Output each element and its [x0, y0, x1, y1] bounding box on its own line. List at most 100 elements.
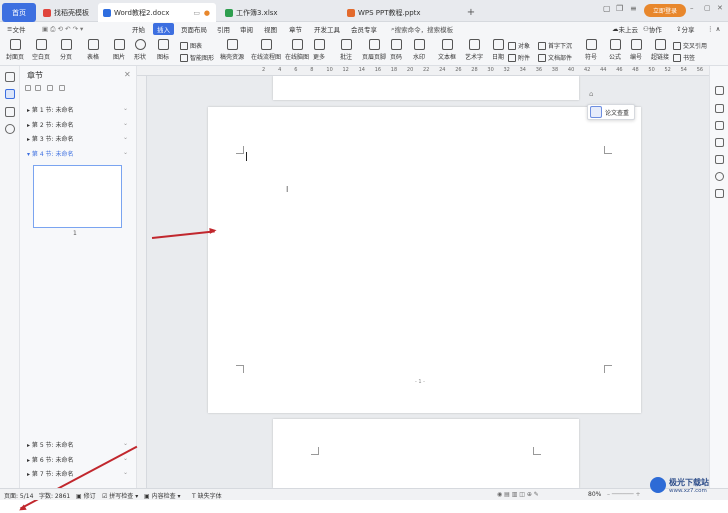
share-button[interactable]: ⇪ 分享 — [672, 23, 698, 35]
layout-icon[interactable]: ▢ — [603, 4, 611, 13]
page-number-button[interactable]: 页码 — [390, 39, 402, 61]
table-button[interactable]: 表格 — [87, 39, 99, 61]
section-item[interactable]: ▸ 第 5 节: 未命名 ⌄ — [27, 440, 128, 449]
menu-member[interactable]: 会员专享 — [347, 23, 381, 35]
symbol-button[interactable]: 符号 — [585, 39, 597, 61]
tab-ppt[interactable]: WPS PPT教程.pptx — [342, 3, 460, 22]
quick-access-icons[interactable]: ▣ ⎙ ⟲ ↶ ↷ ▾ — [38, 23, 87, 35]
tab-template[interactable]: 找稻壳模板 — [38, 3, 96, 22]
paper-check-button[interactable]: 论文查重 — [587, 104, 635, 120]
menu-reference[interactable]: 引用 — [213, 23, 234, 35]
comment-button[interactable]: 批注 — [340, 39, 352, 61]
textbox-button[interactable]: 文本框 — [438, 39, 456, 61]
numbering-button[interactable]: 编号 — [630, 39, 642, 61]
wordart-button[interactable]: 艺术字 — [465, 39, 483, 61]
attachment-button[interactable]: 附件 — [508, 53, 530, 62]
login-button[interactable]: 立即登录 — [644, 4, 686, 17]
bookmark-icon[interactable] — [5, 107, 15, 117]
close-icon[interactable]: ✕ — [124, 70, 131, 79]
adjust-icon[interactable] — [715, 138, 724, 147]
docer-icon — [43, 8, 51, 17]
page-indicator[interactable]: 页面: 5/14 — [4, 491, 33, 500]
menu-view[interactable]: 视图 — [260, 23, 281, 35]
nav-remove-icon[interactable] — [35, 85, 41, 91]
icon-button[interactable]: 图标 — [157, 39, 169, 61]
bookmark-button[interactable]: 书签 — [673, 53, 695, 62]
drop-cap-button[interactable]: 首字下沉 — [538, 41, 572, 50]
chart-button[interactable]: 图表 — [180, 41, 202, 50]
revise-toggle[interactable]: ▣ 修订 — [76, 491, 96, 500]
menu-dev-tools[interactable]: 开发工具 — [310, 23, 344, 35]
section-item-active[interactable]: ▾ 第 4 节: 未命名 ⌄ — [27, 149, 128, 158]
watermark-button[interactable]: 水印 — [413, 39, 425, 61]
page-thumbnail[interactable] — [33, 165, 122, 228]
spell-check-toggle[interactable]: ☑ 拼写检查 ▾ — [102, 491, 138, 500]
search-box[interactable]: ⌕ 搜索命令，搜索模板 — [387, 23, 457, 35]
multiwindow-icon[interactable]: ❐ — [616, 4, 623, 13]
word-count[interactable]: 字数: 2861 — [39, 491, 70, 500]
smart-art-button[interactable]: 智能图形 — [180, 53, 214, 62]
search-icon[interactable] — [5, 124, 15, 134]
menu-insert[interactable]: 插入 — [153, 23, 174, 35]
page-break-button[interactable]: 分页 — [60, 39, 72, 61]
horizontal-ruler: 2 4 6 8 10 12 14 16 18 20 22 24 26 28 30 32 34 36 38 40 42 44… — [137, 66, 719, 76]
flowchart-button[interactable]: 在线流程图 — [251, 39, 281, 61]
more-icon[interactable]: ⋮ ∧ — [703, 23, 724, 35]
image-icon[interactable] — [715, 155, 724, 164]
document-icon[interactable] — [5, 72, 15, 82]
tab-home[interactable]: 首页 — [2, 3, 36, 22]
more-button[interactable]: 更多 — [313, 39, 325, 61]
chapter-nav-icon[interactable] — [5, 89, 15, 99]
content-check-button[interactable]: ▣ 内容检查 ▾ — [144, 491, 181, 500]
tab-excel[interactable]: 工作簿3.xlsx — [220, 3, 338, 22]
clear-format-icon[interactable]: ⌂ — [589, 90, 593, 98]
document-canvas[interactable]: I - 1 - — [147, 76, 710, 488]
file-menu[interactable]: ≡ 文件 — [3, 23, 29, 35]
formula-button[interactable]: 公式 — [609, 39, 621, 61]
current-page[interactable]: I - 1 - — [208, 107, 641, 413]
close-window-icon[interactable]: ✕ — [717, 4, 723, 12]
menu-bars-icon[interactable]: ≡ — [630, 4, 637, 13]
picture-button[interactable]: 图片 — [113, 39, 125, 61]
object-button[interactable]: 对象 — [508, 41, 530, 50]
menu-page-layout[interactable]: 页面布局 — [177, 23, 211, 35]
new-tab-button[interactable]: + — [464, 3, 478, 22]
hyperlink-button[interactable]: 超链接 — [651, 39, 669, 61]
menu-review[interactable]: 审阅 — [236, 23, 257, 35]
link-icon[interactable] — [715, 86, 724, 95]
nav-merge-icon[interactable] — [47, 85, 53, 91]
cloud-status[interactable]: ☁ 未上云 — [608, 23, 642, 35]
docer-resources-button[interactable]: 稿壳资源 — [220, 39, 244, 61]
zoom-slider[interactable]: – ────── + — [607, 491, 641, 498]
section-item[interactable]: ▸ 第 2 节: 未命名 ⌄ — [27, 120, 128, 129]
next-page[interactable] — [273, 419, 579, 488]
view-mode-icons[interactable]: ◉ ▤ ▥ ◫ ⊕ ✎ — [497, 491, 539, 498]
shape-button[interactable]: 形状 — [134, 39, 146, 61]
section-item[interactable]: ▸ 第 7 节: 未命名 ⌄ — [27, 469, 128, 478]
location-icon[interactable] — [715, 172, 724, 181]
shape-icon — [134, 39, 146, 50]
section-item[interactable]: ▸ 第 3 节: 未命名 ⌄ — [27, 134, 128, 143]
book-icon[interactable] — [715, 189, 724, 198]
menu-start[interactable]: 开始 — [128, 23, 149, 35]
blank-page-button[interactable]: 空白页 — [32, 39, 50, 61]
pen-icon[interactable] — [715, 104, 724, 113]
zoom-level[interactable]: 80% — [588, 491, 601, 498]
restore-icon[interactable]: ▢ — [704, 4, 711, 12]
doc-parts-button[interactable]: 文档部件 — [538, 53, 572, 62]
missing-font-button[interactable]: T 缺失字体 — [192, 491, 222, 500]
nav-split-icon[interactable] — [59, 85, 65, 91]
minimize-icon[interactable]: – — [690, 4, 694, 12]
tab-word-doc[interactable]: Word教程2.docx ▭ ● — [98, 3, 216, 22]
menu-chapter[interactable]: 章节 — [285, 23, 306, 35]
cross-ref-button[interactable]: 交叉引用 — [673, 41, 707, 50]
header-footer-button[interactable]: 页眉页脚 — [362, 39, 386, 61]
cover-page-button[interactable]: 封面页 — [6, 39, 24, 61]
section-item[interactable]: ▸ 第 6 节: 未命名 ⌄ — [27, 455, 128, 464]
collab-button[interactable]: ⚇ 协作 — [639, 23, 666, 35]
section-item[interactable]: ▸ 第 1 节: 未命名 ⌄ — [27, 105, 128, 114]
date-button[interactable]: 日期 — [492, 39, 504, 61]
mindmap-button[interactable]: 在线脑图 — [285, 39, 309, 61]
cursor-icon[interactable] — [715, 121, 724, 130]
nav-add-icon[interactable] — [25, 85, 31, 91]
